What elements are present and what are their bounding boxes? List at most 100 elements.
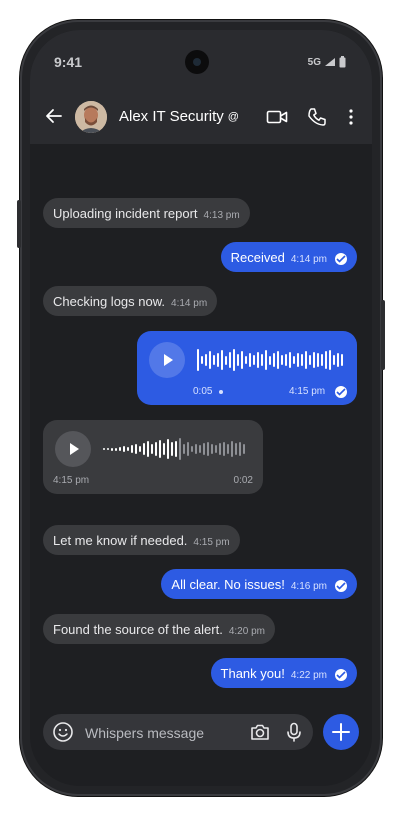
message-time: 4:15 pm bbox=[53, 475, 90, 486]
more-options-icon[interactable] bbox=[342, 106, 360, 128]
waveform-bar bbox=[317, 353, 319, 367]
waveform-bar bbox=[241, 351, 243, 369]
waveform-bar bbox=[179, 438, 181, 460]
waveform-bar bbox=[229, 352, 231, 368]
play-button[interactable] bbox=[149, 342, 185, 378]
waveform-bar bbox=[325, 351, 327, 369]
playback-dot-icon bbox=[219, 390, 223, 394]
waveform-bar bbox=[297, 353, 299, 367]
waveform-bar bbox=[195, 444, 197, 454]
waveform-bar bbox=[223, 442, 225, 456]
incoming-message[interactable]: Uploading incident report 4:13 pm bbox=[43, 198, 250, 228]
add-attachment-button[interactable] bbox=[323, 714, 359, 750]
voice-duration: 0:02 bbox=[233, 475, 253, 486]
waveform-bar bbox=[337, 353, 339, 367]
waveform-bar bbox=[163, 443, 165, 455]
message-time: 4:14 pm bbox=[290, 253, 327, 265]
outgoing-message[interactable]: Thank you! 4:22 pm bbox=[210, 658, 357, 688]
verified-badge-icon: @ bbox=[227, 110, 239, 123]
waveform-bar bbox=[215, 445, 217, 453]
waveform-bar bbox=[211, 444, 213, 454]
waveform-bar bbox=[233, 349, 235, 371]
waveform-bar bbox=[329, 350, 331, 370]
message-list: Uploading incident report 4:13 pm Receiv… bbox=[30, 144, 372, 714]
waveform-bar bbox=[127, 447, 129, 451]
contact-avatar[interactable] bbox=[75, 101, 107, 133]
microphone-icon[interactable] bbox=[283, 721, 305, 743]
waveform-bar bbox=[187, 442, 189, 456]
waveform-bar bbox=[285, 354, 287, 366]
waveform-bar bbox=[201, 356, 203, 364]
outgoing-message[interactable]: Received 4:14 pm bbox=[220, 242, 357, 272]
outgoing-voice-message[interactable]: 0:05 4:15 pm bbox=[137, 331, 357, 405]
play-icon bbox=[164, 354, 173, 366]
waveform-bar bbox=[269, 355, 271, 365]
voice-waveform[interactable] bbox=[197, 344, 343, 376]
message-text: Uploading incident report bbox=[53, 205, 198, 221]
chat-header: Alex IT Security @ bbox=[30, 90, 372, 144]
waveform-bar bbox=[103, 448, 105, 450]
waveform-bar bbox=[293, 356, 295, 364]
waveform-bar bbox=[245, 356, 247, 364]
waveform-bar bbox=[237, 354, 239, 366]
waveform-bar bbox=[277, 351, 279, 369]
phone-call-icon[interactable] bbox=[306, 106, 328, 128]
read-receipt-icon bbox=[335, 668, 347, 681]
waveform-bar bbox=[199, 445, 201, 453]
plus-icon bbox=[332, 723, 350, 741]
back-arrow-icon[interactable] bbox=[44, 106, 64, 126]
waveform-bar bbox=[301, 354, 303, 366]
avatar-photo-icon bbox=[75, 101, 107, 133]
battery-icon bbox=[339, 56, 346, 68]
waveform-bar bbox=[321, 354, 323, 366]
incoming-message[interactable]: Let me know if needed. 4:15 pm bbox=[43, 525, 240, 555]
waveform-bar bbox=[231, 441, 233, 457]
camera-icon[interactable] bbox=[249, 721, 271, 743]
waveform-bar bbox=[221, 350, 223, 370]
waveform-bar bbox=[119, 447, 121, 451]
signal-icon bbox=[325, 58, 335, 66]
message-text: All clear. No issues! bbox=[171, 576, 285, 592]
incoming-voice-message[interactable]: 4:15 pm 0:02 bbox=[43, 420, 263, 494]
waveform-bar bbox=[209, 351, 211, 369]
outgoing-message[interactable]: All clear. No issues! 4:16 pm bbox=[161, 569, 357, 599]
voice-waveform[interactable] bbox=[103, 433, 245, 465]
waveform-bar bbox=[115, 447, 117, 451]
status-time: 9:41 bbox=[54, 54, 83, 70]
waveform-bar bbox=[111, 447, 113, 451]
contact-title[interactable]: Alex IT Security @ bbox=[119, 108, 239, 125]
waveform-bar bbox=[249, 353, 251, 367]
waveform-bar bbox=[341, 354, 343, 366]
message-time: 4:22 pm bbox=[290, 669, 327, 681]
waveform-bar bbox=[261, 354, 263, 366]
read-receipt-icon bbox=[335, 252, 347, 265]
emoji-icon[interactable] bbox=[52, 721, 74, 743]
waveform-bar bbox=[219, 443, 221, 455]
waveform-bar bbox=[151, 444, 153, 454]
waveform-bar bbox=[207, 442, 209, 456]
message-text: Received bbox=[230, 249, 285, 265]
play-button[interactable] bbox=[55, 431, 91, 467]
message-composer bbox=[43, 714, 313, 752]
waveform-bar bbox=[243, 444, 245, 454]
message-input[interactable] bbox=[83, 714, 237, 752]
waveform-bar bbox=[197, 349, 199, 371]
waveform-bar bbox=[289, 352, 291, 368]
network-label: 5G bbox=[307, 56, 321, 68]
waveform-bar bbox=[305, 351, 307, 369]
incoming-message[interactable]: Found the source of the alert. 4:20 pm bbox=[43, 614, 275, 644]
waveform-bar bbox=[313, 352, 315, 368]
message-time: 4:20 pm bbox=[228, 625, 265, 637]
play-icon bbox=[70, 443, 79, 455]
message-time: 4:14 pm bbox=[171, 297, 208, 309]
front-camera bbox=[185, 50, 209, 74]
waveform-bar bbox=[239, 442, 241, 456]
network-status: 5G bbox=[308, 56, 346, 68]
waveform-bar bbox=[235, 443, 237, 455]
waveform-bar bbox=[281, 355, 283, 365]
incoming-message[interactable]: Checking logs now. 4:14 pm bbox=[43, 286, 218, 316]
waveform-bar bbox=[213, 355, 215, 365]
status-bar: 9:41 5G bbox=[30, 30, 372, 90]
video-call-icon[interactable] bbox=[266, 106, 288, 128]
phone-screen: 9:41 5G Alex IT Security @ Uploading inc… bbox=[30, 30, 372, 786]
